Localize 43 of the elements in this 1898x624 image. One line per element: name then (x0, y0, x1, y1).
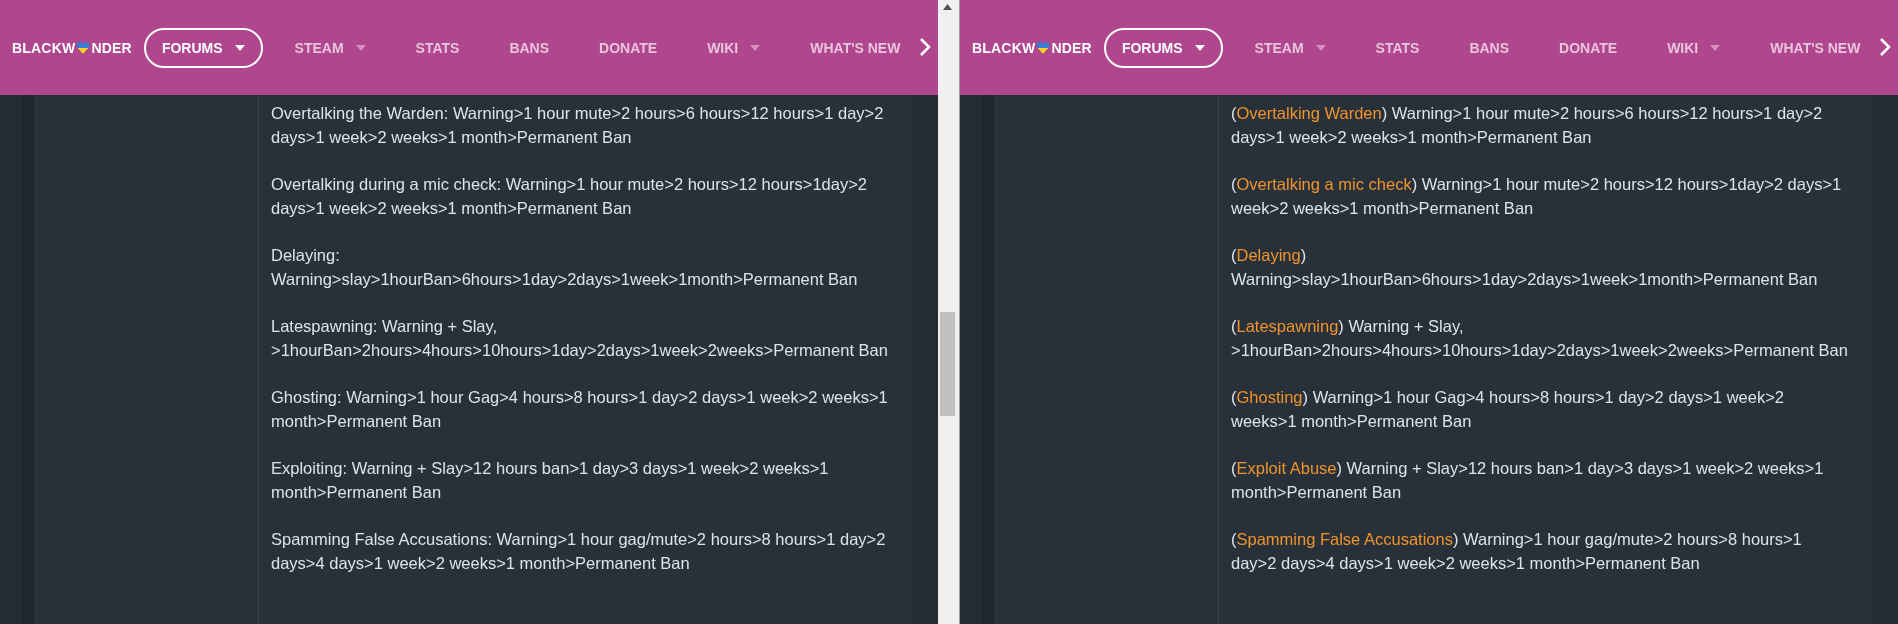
logo-text: NDER (1051, 39, 1092, 56)
nav-tab[interactable]: STATS (1357, 27, 1438, 68)
rule-text: Overtalking during a mic check: Warning>1 hour mute>2 hours>12 hours>1day>2 days>1 week>2 weeks>1 month>Permanent Ban (271, 174, 869, 219)
rule-link[interactable]: Latespawning (1236, 317, 1339, 335)
nav-tab[interactable]: WHAT'S NEW (1752, 27, 1879, 68)
rule-text: (Ghosting) Warning>1 hour Gag>4 hours>8 hours>1 day>2 days>1 week>2 weeks>1 month>Permanent Ban (1231, 387, 1785, 432)
logo-text: BLACKW (972, 39, 1036, 56)
nav-tab[interactable]: BANS (1451, 27, 1528, 68)
nav-tab[interactable]: WIKI (1649, 27, 1739, 68)
rule-link[interactable]: Delaying (1236, 246, 1301, 264)
nav-tab[interactable]: STATS (397, 27, 478, 68)
nav-tab[interactable]: BANS (491, 27, 568, 68)
rule-text: (Spamming False Accusations) Warning>1 hour gag/mute>2 hours>8 hours>1 day>2 days>4 days>1 week>2 weeks>1 month>Permanent Ban (1231, 529, 1803, 574)
nav-tab[interactable]: STEAM (276, 27, 384, 68)
heart-logo-icon (76, 41, 91, 54)
logo-text: BLACKW (12, 39, 76, 56)
rule-text: (Latespawning) Warning + Slay, >1hourBan>2hours>4hours>10hours>1day>2days>1week>2weeks>Permanent Ban (1231, 316, 1849, 361)
logo-text: NDER (91, 39, 132, 56)
rule-link[interactable]: Spamming False Accusations (1236, 530, 1453, 548)
rule-link[interactable]: Overtalking Warden (1236, 104, 1382, 122)
rule-text: (Exploit Abuse) Warning + Slay>12 hours ban>1 day>3 days>1 week>2 weeks>1 month>Permanent Ban (1231, 458, 1825, 503)
nav-tab[interactable]: WIKI (689, 27, 779, 68)
rule-text: Latespawning: Warning + Slay, >1hourBan>2hours>4hours>10hours>1day>2days>1week>2weeks>Permanent Ban (271, 316, 889, 361)
nav-tab[interactable]: FORUMS (1103, 27, 1223, 68)
rule-link[interactable]: Ghosting (1236, 388, 1303, 406)
nav-tab[interactable]: DONATE (581, 27, 676, 68)
nav-tab[interactable]: WHAT'S NEW (792, 27, 919, 68)
scroll-up-icon[interactable] (943, 4, 952, 10)
rule-text: (Delaying) Warning>slay>1hourBan>6hours>1day>2days>1week>1month>Permanent Ban (1231, 245, 1819, 290)
rule-text: Ghosting: Warning>1 hour Gag>4 hours>8 hours>1 day>2 days>1 week>2 weeks>1 month>Permanent Ban (271, 387, 889, 432)
rule-link[interactable]: Overtalking a mic check (1236, 175, 1412, 193)
nav-tab[interactable]: FORUMS (143, 27, 263, 68)
scrollbar-thumb[interactable] (940, 312, 955, 416)
rule-text: (Overtalking Warden) Warning>1 hour mute>2 hours>6 hours>12 hours>1 day>2 days>1 week>2 weeks>1 month>Permanent Ban (1231, 103, 1824, 148)
rule-text: (Overtalking a mic check) Warning>1 hour mute>2 hours>12 hours>1day>2 days>1 week>2 weeks>1 month>Permanent Ban (1231, 174, 1843, 219)
rule-text: Exploiting: Warning + Slay>12 hours ban>1 day>3 days>1 week>2 weeks>1 month>Permanent Ban (271, 458, 830, 503)
heart-logo-icon (1036, 41, 1051, 54)
rule-text: Overtalking the Warden: Warning>1 hour mute>2 hours>6 hours>12 hours>1 day>2 days>1 week>2 weeks>1 month>Permanent Ban (271, 103, 885, 148)
rule-link[interactable]: Exploit Abuse (1236, 459, 1337, 477)
rule-text: Delaying: Warning>slay>1hourBan>6hours>1day>2days>1week>1month>Permanent Ban (271, 245, 859, 290)
nav-tab[interactable]: DONATE (1541, 27, 1636, 68)
rule-text: Spamming False Accusations: Warning>1 hour gag/mute>2 hours>8 hours>1 day>2 days>4 days>1 week>2 weeks>1 month>Permanent Ban (271, 529, 887, 574)
nav-tab[interactable]: STEAM (1236, 27, 1344, 68)
